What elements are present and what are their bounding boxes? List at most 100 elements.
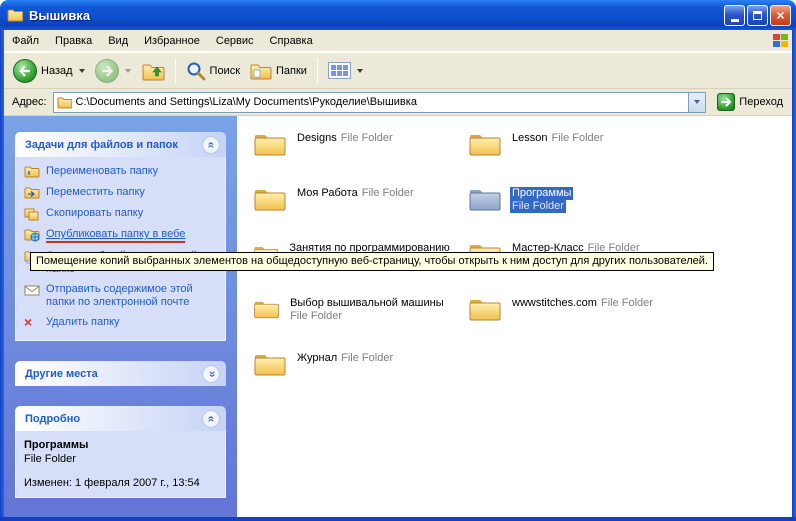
file-item-programmy[interactable]: ПрограммыFile Folder [468, 185, 673, 240]
file-type: File Folder [339, 132, 395, 145]
file-type: File Folder [339, 352, 395, 365]
file-tasks-title: Задачи для файлов и папок [25, 139, 178, 151]
details-item-name: Программы [24, 439, 221, 451]
address-bar: Адрес: C:\Documents and Settings\Liza\My… [4, 89, 792, 116]
collapse-button[interactable]: « [202, 410, 220, 428]
folder-icon-selected [468, 185, 502, 213]
address-value: C:\Documents and Settings\Liza\My Docume… [76, 96, 689, 108]
file-item-wwwstitches[interactable]: wwwstitches.comFile Folder [468, 295, 673, 350]
maximize-icon [753, 11, 762, 20]
address-input[interactable]: C:\Documents and Settings\Liza\My Docume… [53, 92, 707, 113]
menu-favorites[interactable]: Избранное [136, 32, 208, 50]
search-label: Поиск [210, 65, 240, 77]
menu-edit[interactable]: Правка [47, 32, 100, 50]
views-button[interactable] [323, 59, 368, 82]
task-copy-folder[interactable]: Скопировать папку [24, 207, 221, 221]
details-item-modified: Изменен: 1 февраля 2007 г., 13:54 [24, 477, 221, 489]
toolbar: Назад Поиск [4, 52, 792, 89]
folder-window-icon [7, 8, 23, 22]
go-arrow-icon [717, 93, 735, 111]
up-button[interactable] [136, 57, 170, 85]
task-publish-folder[interactable]: Опубликовать папку в вебе [24, 228, 221, 243]
file-type: File Folder [510, 200, 566, 213]
file-tasks-header[interactable]: Задачи для файлов и папок « [15, 132, 226, 157]
task-label: Опубликовать папку в вебе [46, 228, 185, 243]
forward-button[interactable] [90, 56, 136, 86]
go-label: Переход [739, 96, 783, 108]
file-item-designs[interactable]: DesignsFile Folder [253, 130, 458, 185]
chevron-down-icon: « [203, 370, 219, 377]
address-label: Адрес: [12, 96, 47, 108]
search-button[interactable]: Поиск [181, 58, 245, 84]
minimize-button[interactable] [724, 5, 745, 26]
file-tasks-box: Задачи для файлов и папок « Переименоват… [15, 132, 226, 341]
file-name: Designs [295, 132, 339, 145]
maximize-button[interactable] [747, 5, 768, 26]
address-folder-icon [57, 96, 72, 109]
address-dropdown-button[interactable] [688, 93, 705, 112]
views-dropdown-icon [357, 69, 363, 73]
menu-file[interactable]: Файл [4, 32, 47, 50]
minimize-icon [731, 19, 739, 22]
file-name: Выбор вышивальной машины [288, 297, 446, 310]
file-item-lesson[interactable]: LessonFile Folder [468, 130, 673, 185]
folder-icon [253, 350, 287, 378]
back-button[interactable]: Назад [8, 56, 90, 86]
folder-icon [468, 295, 502, 323]
other-places-box: Другие места « [15, 361, 226, 386]
details-header[interactable]: Подробно « [15, 406, 226, 431]
content-area: Задачи для файлов и папок « Переименоват… [4, 116, 792, 517]
details-item-type: File Folder [24, 453, 221, 465]
publish-icon [24, 228, 40, 242]
task-label: Удалить папку [46, 316, 120, 329]
file-name: Моя Работа [295, 187, 360, 200]
title-bar[interactable]: Вышивка × [0, 0, 796, 30]
file-type: File Folder [599, 297, 655, 310]
folders-icon [250, 61, 272, 81]
folders-button[interactable]: Папки [245, 58, 312, 84]
collapse-button[interactable]: « [202, 136, 220, 154]
tooltip: Помещение копий выбранных элементов на о… [30, 252, 714, 271]
chevron-up-icon: « [203, 415, 219, 422]
other-places-header[interactable]: Другие места « [15, 361, 226, 386]
file-item-vybor-mashiny[interactable]: Выбор вышивальной машиныFile Folder [253, 295, 458, 350]
menu-tools[interactable]: Сервис [208, 32, 262, 50]
window-title: Вышивка [29, 8, 722, 23]
menu-help[interactable]: Справка [262, 32, 321, 50]
chevron-up-icon: « [203, 141, 219, 148]
close-button[interactable]: × [770, 5, 791, 26]
expand-button[interactable]: « [202, 365, 220, 383]
file-name: wwwstitches.com [510, 297, 599, 310]
task-label: Отправить содержимое этой папки по элект… [46, 283, 221, 309]
menu-view[interactable]: Вид [100, 32, 136, 50]
file-name: Программы [510, 187, 573, 200]
file-type: File Folder [288, 310, 344, 323]
file-item-moya-rabota[interactable]: Моя РаботаFile Folder [253, 185, 458, 240]
task-label: Скопировать папку [46, 207, 143, 220]
folder-up-icon [141, 60, 165, 82]
go-button[interactable]: Переход [712, 91, 788, 113]
file-type: File Folder [549, 132, 605, 145]
task-label: Переместить папку [46, 186, 145, 199]
delete-icon: × [24, 316, 40, 330]
forward-icon [95, 59, 119, 83]
search-icon [186, 61, 206, 81]
back-icon [13, 59, 37, 83]
explorer-window: Вышивка × Файл Правка Вид Избранное Серв… [0, 0, 796, 521]
rename-icon [24, 165, 40, 179]
folder-icon [253, 295, 280, 323]
task-move-folder[interactable]: Переместить папку [24, 186, 221, 200]
file-name: Lesson [510, 132, 549, 145]
forward-dropdown-icon [125, 69, 131, 73]
details-title: Подробно [25, 413, 80, 425]
file-name: Журнал [295, 352, 339, 365]
move-icon [24, 186, 40, 200]
back-dropdown-icon [79, 69, 85, 73]
task-delete-folder[interactable]: × Удалить папку [24, 316, 221, 330]
task-email-folder[interactable]: Отправить содержимое этой папки по элект… [24, 283, 221, 309]
other-places-title: Другие места [25, 368, 98, 380]
task-rename-folder[interactable]: Переименовать папку [24, 165, 221, 179]
chevron-down-icon [694, 100, 700, 104]
file-type: File Folder [360, 187, 416, 200]
file-item-zhurnal[interactable]: ЖурналFile Folder [253, 350, 458, 405]
